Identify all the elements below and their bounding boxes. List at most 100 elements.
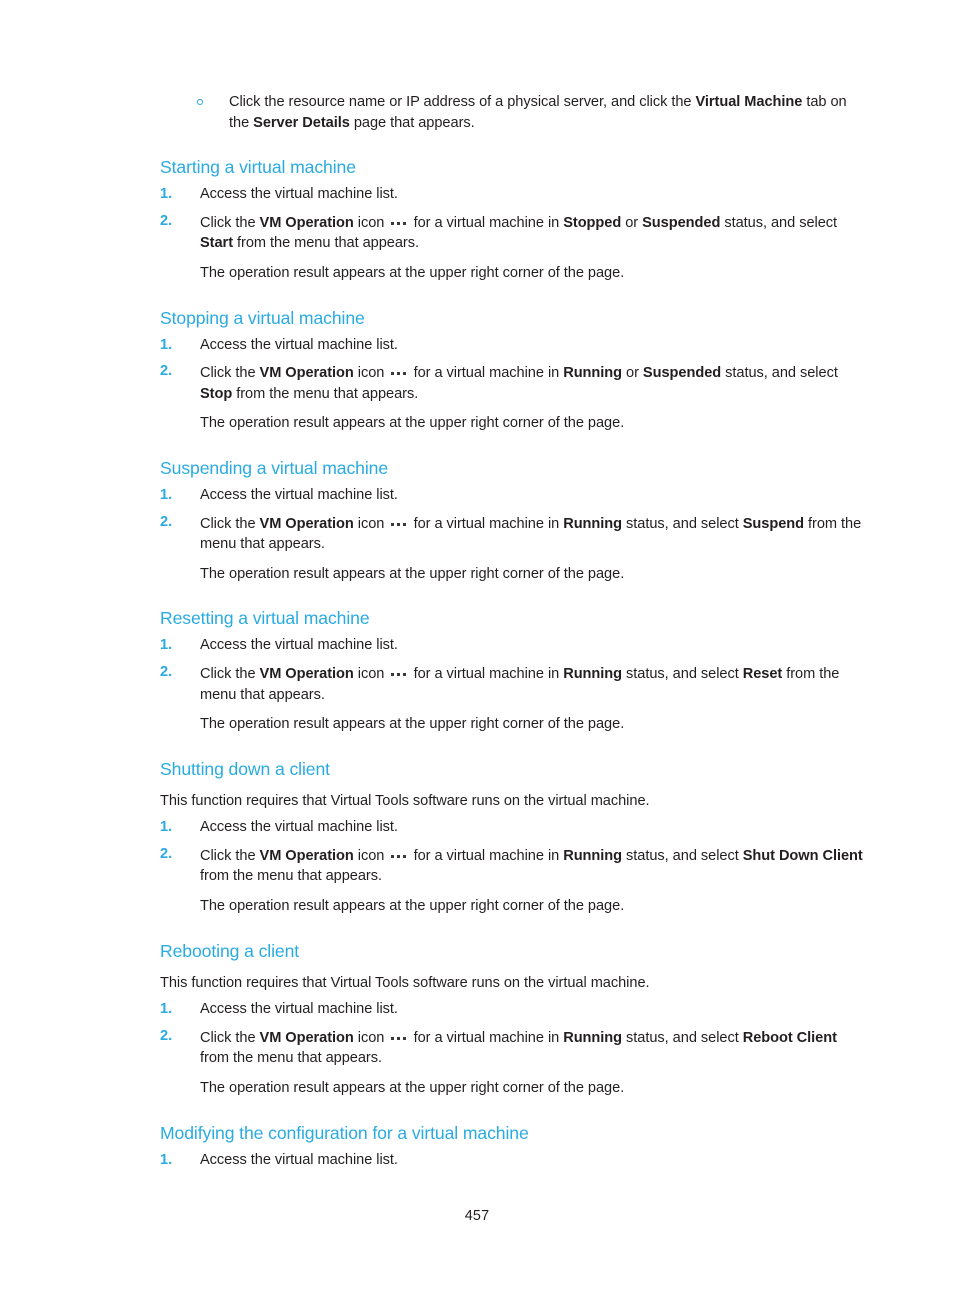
step-text-mid: status, and select xyxy=(622,847,743,864)
vm-operation-dots-icon xyxy=(391,1026,406,1047)
vm-operation-dots-icon xyxy=(391,844,406,865)
step-text-click: Click the xyxy=(200,365,260,382)
steps-suspending: 1. Access the virtual machine list. 2. C… xyxy=(160,485,868,555)
page-number: 457 xyxy=(464,1208,490,1224)
step-number: 1. xyxy=(160,1001,173,1018)
step-text: Access the virtual machine list. xyxy=(200,336,398,353)
list-item: Click the resource name or IP address of… xyxy=(160,92,868,133)
step-number: 1. xyxy=(160,186,173,203)
bold-vm-operation: VM Operation xyxy=(259,365,354,382)
step-text-mid: status, and select xyxy=(720,214,838,231)
list-item: 1. Access the virtual machine list. xyxy=(160,999,868,1020)
list-item: 1. Access the virtual machine list. xyxy=(160,817,868,838)
step-text-icon-word: icon xyxy=(353,1029,389,1046)
list-item: 2. Click the VM Operation icon for a vir… xyxy=(160,512,868,555)
result-note: The operation result appears at the uppe… xyxy=(200,415,625,432)
list-item: 1. Access the virtual machine list. xyxy=(160,1150,868,1171)
step-number: 1. xyxy=(160,1151,173,1168)
document-page: Click the resource name or IP address of… xyxy=(0,0,954,1296)
bold-status-1: Running xyxy=(563,515,623,532)
bold-server-details: Server Details xyxy=(253,114,350,131)
step-number: 1. xyxy=(160,336,173,353)
bold-vm-operation: VM Operation xyxy=(259,847,354,864)
list-item: 2. Click the VM Operation icon for a vir… xyxy=(160,1026,868,1069)
steps-stopping: 1. Access the virtual machine list. 2. C… xyxy=(160,335,868,405)
step-text: Access the virtual machine list. xyxy=(200,1151,398,1168)
bold-vm-operation: VM Operation xyxy=(259,665,354,682)
heading-shutting-down-client: Shutting down a client xyxy=(160,758,330,779)
step-text-mid: status, and select xyxy=(622,665,743,682)
bold-status-1: Running xyxy=(563,847,623,864)
heading-resetting: Resetting a virtual machine xyxy=(160,608,370,629)
step-text-click: Click the xyxy=(200,515,260,532)
step-text-end: from the menu that appears. xyxy=(233,235,419,252)
step-text: Access the virtual machine list. xyxy=(200,486,398,503)
intro-bullet-list: Click the resource name or IP address of… xyxy=(160,92,868,133)
step-text-icon-word: icon xyxy=(353,847,389,864)
bullet-text-seg1: Click the resource name or IP address of… xyxy=(229,94,696,110)
step-text: Access the virtual machine list. xyxy=(200,1001,398,1018)
step-text-end: from the menu that appears. xyxy=(200,868,382,885)
step-text-for: for a virtual machine in xyxy=(409,847,564,864)
result-note: The operation result appears at the uppe… xyxy=(200,898,625,915)
bold-action: Reboot Client xyxy=(742,1029,837,1046)
bold-status-1: Running xyxy=(563,665,623,682)
step-text: Access the virtual machine list. xyxy=(200,819,398,836)
page-content: Click the resource name or IP address of… xyxy=(160,92,868,1170)
virtual-tools-note: This function requires that Virtual Tool… xyxy=(160,974,650,991)
step-text-end: from the menu that appears. xyxy=(232,385,419,402)
step-number: 2. xyxy=(160,363,173,380)
vm-operation-dots-icon xyxy=(391,211,406,232)
step-text-for: for a virtual machine in xyxy=(409,365,564,382)
step-text-for: for a virtual machine in xyxy=(409,1029,564,1046)
step-text-end: from the menu that appears. xyxy=(200,1050,382,1067)
bold-action: Suspend xyxy=(742,515,804,532)
list-item: 2. Click the VM Operation icon for a vir… xyxy=(160,361,868,404)
list-item: 2. Click the VM Operation icon for a vir… xyxy=(160,211,868,254)
steps-resetting: 1. Access the virtual machine list. 2. C… xyxy=(160,635,868,705)
bold-action: Reset xyxy=(742,665,783,682)
list-item: 1. Access the virtual machine list. xyxy=(160,635,868,656)
step-number: 1. xyxy=(160,637,173,654)
list-item: 1. Access the virtual machine list. xyxy=(160,184,868,205)
list-item: 1. Access the virtual machine list. xyxy=(160,485,868,506)
bold-vm-operation: VM Operation xyxy=(259,214,354,231)
step-text-mid: status, and select xyxy=(721,365,838,382)
result-note: The operation result appears at the uppe… xyxy=(200,716,625,733)
bold-status-1: Running xyxy=(563,365,623,382)
step-number: 1. xyxy=(160,819,173,836)
step-text-for: for a virtual machine in xyxy=(409,214,564,231)
heading-rebooting-client: Rebooting a client xyxy=(160,940,300,961)
step-text: Access the virtual machine list. xyxy=(200,186,398,203)
circle-outline-bullet-icon xyxy=(197,99,203,105)
step-text-click: Click the xyxy=(200,1029,260,1046)
step-number: 1. xyxy=(160,486,173,503)
heading-suspending: Suspending a virtual machine xyxy=(160,457,389,478)
step-text: Access the virtual machine list. xyxy=(200,637,398,654)
bold-action: Stop xyxy=(200,385,233,402)
result-note: The operation result appears at the uppe… xyxy=(200,264,625,281)
step-number: 2. xyxy=(160,212,173,229)
step-text-mid: status, and select xyxy=(622,1029,743,1046)
step-text-conj: or xyxy=(621,214,643,231)
heading-stopping: Stopping a virtual machine xyxy=(160,307,365,328)
virtual-tools-note: This function requires that Virtual Tool… xyxy=(160,792,650,809)
bold-vm-operation: VM Operation xyxy=(259,515,354,532)
step-text-click: Click the xyxy=(200,847,260,864)
list-item: 2. Click the VM Operation icon for a vir… xyxy=(160,844,868,887)
result-note: The operation result appears at the uppe… xyxy=(200,565,625,582)
step-number: 2. xyxy=(160,1027,173,1044)
heading-starting: Starting a virtual machine xyxy=(160,157,356,178)
steps-modifying-configuration: 1. Access the virtual machine list. xyxy=(160,1150,868,1171)
step-text-click: Click the xyxy=(200,214,260,231)
